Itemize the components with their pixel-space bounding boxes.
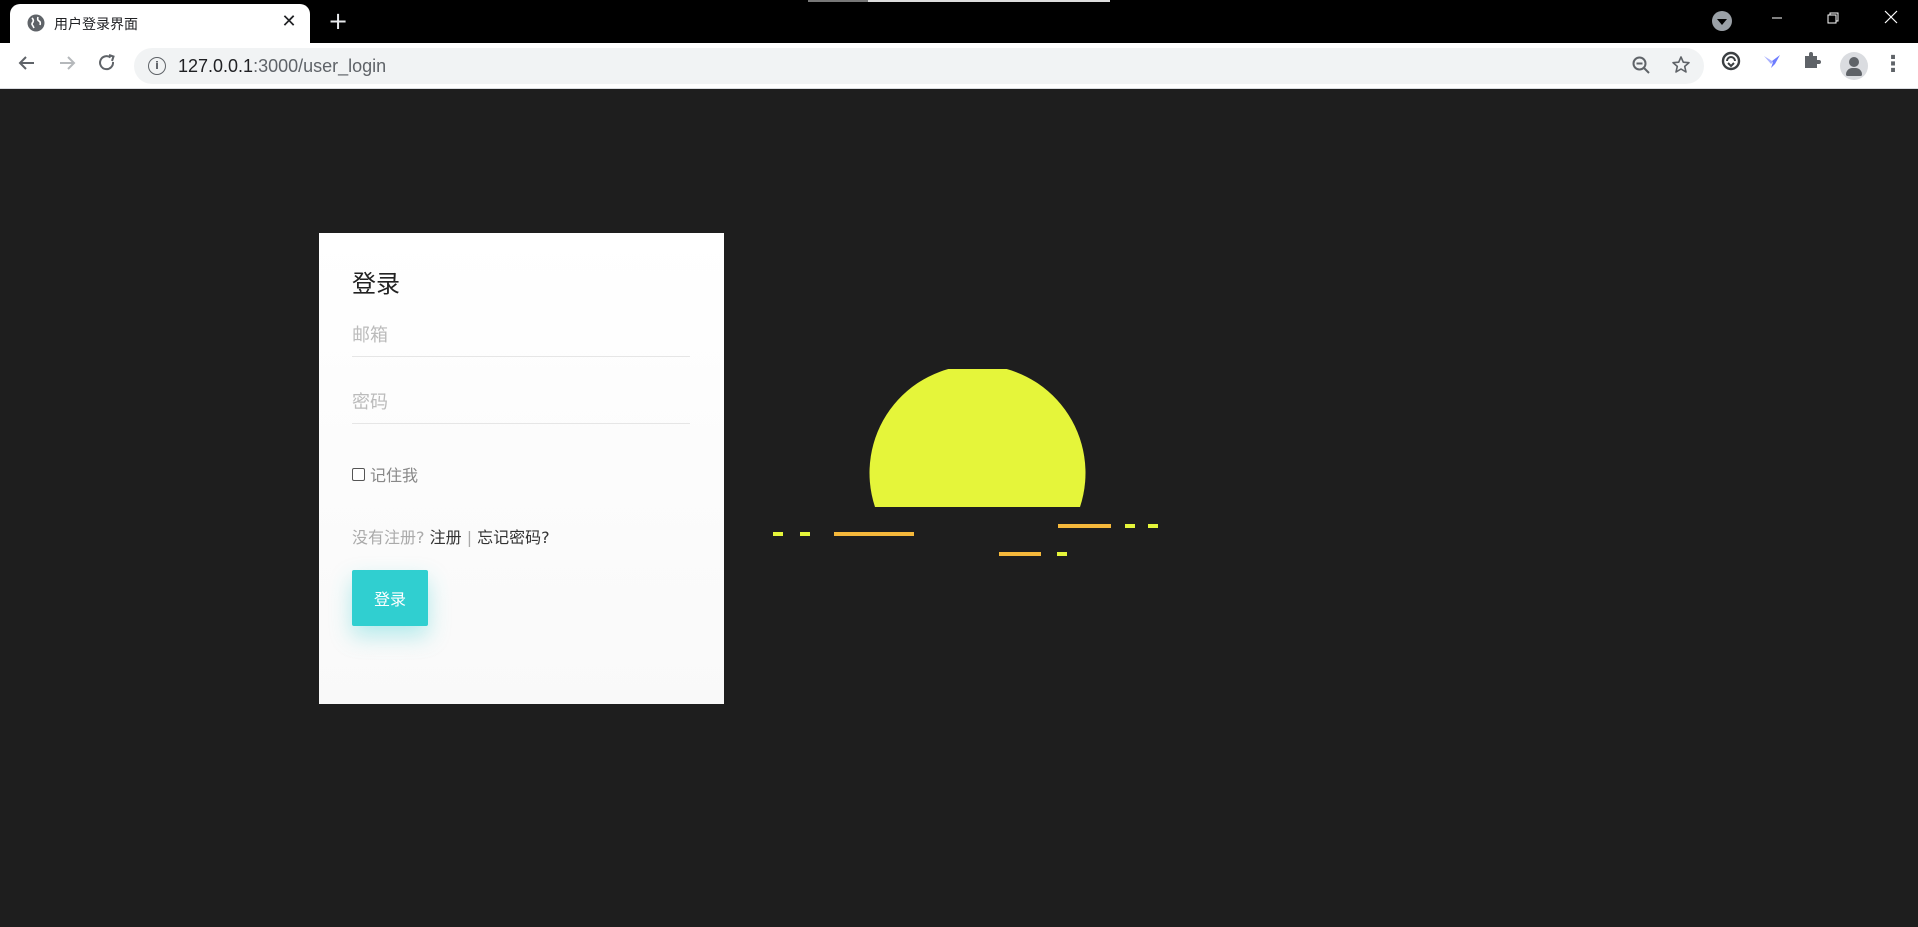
dash-line: [1148, 524, 1158, 528]
dash-line: [1125, 524, 1135, 528]
close-icon: [1884, 10, 1898, 24]
login-title: 登录: [352, 270, 400, 298]
close-tab-icon[interactable]: ✕: [278, 11, 300, 33]
dash-line: [773, 532, 783, 536]
back-button[interactable]: [12, 51, 42, 81]
reload-button[interactable]: [92, 51, 122, 81]
kebab-icon[interactable]: ⋮: [1882, 50, 1904, 80]
remember-checkbox[interactable]: [352, 467, 365, 481]
link-separator: |: [461, 528, 478, 547]
forward-button[interactable]: [52, 51, 82, 81]
sun-shape: [869, 369, 1086, 507]
restore-button[interactable]: [1810, 0, 1856, 40]
tab-search-icon[interactable]: [1712, 11, 1732, 31]
dash-line: [834, 532, 914, 536]
arrow-left-icon: [18, 56, 34, 70]
tab-title: 用户登录界面: [54, 17, 138, 33]
sync-icon[interactable]: [1717, 50, 1745, 78]
globe-icon: [27, 14, 45, 32]
arrow-right-icon: [60, 56, 76, 70]
register-link[interactable]: 注册: [430, 528, 462, 547]
close-window-button[interactable]: [1868, 0, 1914, 40]
remember-me[interactable]: 记住我: [352, 462, 418, 486]
bird-extension-icon[interactable]: [1758, 50, 1786, 78]
reload-icon: [99, 54, 115, 71]
minimize-icon: [1772, 17, 1782, 19]
dash-line: [800, 532, 810, 536]
no-account-text: 没有注册?: [352, 528, 430, 547]
star-icon[interactable]: [1670, 55, 1692, 77]
email-field[interactable]: [352, 301, 690, 357]
dash-line: [1057, 552, 1067, 556]
login-button[interactable]: 登录: [352, 570, 428, 626]
minimize-button[interactable]: [1754, 0, 1800, 40]
browser-toolbar: i 127.0.0.1:3000/user_login: [0, 43, 1918, 89]
zoom-out-icon[interactable]: [1630, 55, 1652, 77]
puzzle-icon[interactable]: [1798, 50, 1826, 78]
url-host: 127.0.0.1: [178, 56, 254, 76]
url-path: :3000/user_login: [253, 56, 387, 76]
tab-strip-indicator-thumb: [808, 0, 868, 2]
page-viewport: 登录 记住我 没有注册? 注册 | 忘记密码? 登录: [0, 89, 1918, 927]
browser-titlebar: 用户登录界面 ✕ +: [0, 0, 1918, 43]
dash-line: [1058, 524, 1111, 528]
forgot-password-link[interactable]: 忘记密码?: [477, 528, 550, 547]
dash-line: [999, 552, 1041, 556]
info-icon[interactable]: i: [148, 57, 166, 75]
avatar-icon[interactable]: [1840, 52, 1868, 80]
new-tab-button[interactable]: +: [324, 7, 352, 35]
login-card: 登录 记住我 没有注册? 注册 | 忘记密码? 登录: [319, 233, 724, 704]
sunset-illustration: [773, 369, 1158, 556]
password-field[interactable]: [352, 368, 690, 424]
restore-icon: [1827, 12, 1839, 24]
address-bar[interactable]: i 127.0.0.1:3000/user_login: [134, 48, 1704, 84]
account-links: 没有注册? 注册 | 忘记密码?: [352, 524, 550, 548]
browser-tab[interactable]: 用户登录界面 ✕: [10, 4, 310, 43]
remember-label: 记住我: [370, 466, 419, 485]
url-text[interactable]: 127.0.0.1:3000/user_login: [178, 56, 386, 77]
